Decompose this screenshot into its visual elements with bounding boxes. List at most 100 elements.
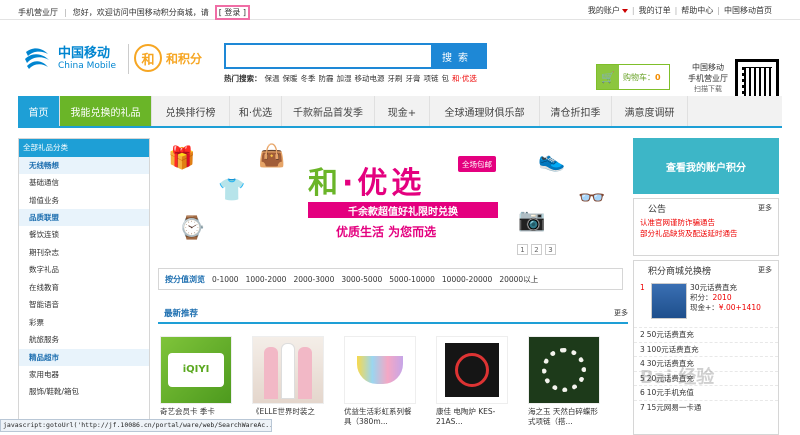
product-card[interactable]: 优益生活彩虹系列餐具（380m... — [344, 336, 418, 427]
mobile-hall-link[interactable]: 手机营业厅 — [18, 7, 58, 18]
browser-status-bar: javascript:gotoUrl('http://jf.10086.cn/p… — [0, 419, 272, 432]
sidebar-group[interactable]: 精品超市 — [19, 348, 149, 366]
notice-more-link[interactable]: 更多 — [758, 203, 772, 213]
sidebar-item[interactable]: 期刊杂志 — [19, 244, 149, 262]
hot-search-label: 热门搜索： — [224, 74, 262, 83]
product-name[interactable]: 奇艺会员卡 季卡 — [160, 407, 234, 417]
sidebar-item[interactable]: 在线教育 — [19, 279, 149, 297]
ranking-more-link[interactable]: 更多 — [758, 265, 772, 275]
sidebar-item[interactable]: 彩票 — [19, 314, 149, 332]
nav-new-products[interactable]: 千款新品首发季 — [282, 96, 375, 126]
product-card[interactable]: iQIYI 奇艺会员卡 季卡 — [160, 336, 234, 417]
banner-page-3[interactable]: 3 — [545, 244, 556, 255]
my-orders-link[interactable]: 我的订单 — [639, 5, 671, 16]
product-card[interactable]: 康佳 电陶炉 KES-21AS... — [436, 336, 510, 427]
china-mobile-home-link[interactable]: 中国移动首页 — [724, 5, 772, 16]
hot-search-item[interactable]: 项链 — [424, 73, 439, 84]
my-account-link[interactable]: 我的账户 — [588, 5, 628, 16]
product-image[interactable] — [528, 336, 600, 404]
nav-survey[interactable]: 满意度调研 — [612, 96, 688, 126]
china-mobile-logo-icon — [25, 48, 49, 69]
hot-search-item[interactable]: 包 — [442, 73, 450, 84]
rank-item-name[interactable]: 10元手机充值 — [647, 388, 694, 397]
ranking-top-item[interactable]: 1 30元话费直充 积分：2010 现金+：¥.00+1410 — [634, 279, 778, 327]
cart-button[interactable]: 🛒 购物车：0 — [596, 64, 670, 90]
points-range-link[interactable]: 3000-5000 — [341, 275, 382, 284]
points-range-link[interactable]: 2000-3000 — [293, 275, 334, 284]
points-range-link[interactable]: 5000-10000 — [389, 275, 435, 284]
product-image[interactable]: iQIYI — [160, 336, 232, 404]
rank-item-name[interactable]: 50元话费直充 — [647, 330, 694, 339]
hot-search-item[interactable]: 牙膏 — [406, 73, 421, 84]
sidebar-item[interactable]: 家用电器 — [19, 366, 149, 384]
product-name[interactable]: 优益生活彩虹系列餐具（380m... — [344, 407, 418, 427]
points-range-link[interactable]: 20000以上 — [499, 274, 538, 285]
hot-search-item[interactable]: 加湿 — [337, 73, 352, 84]
hot-search-item[interactable]: 移动电源 — [355, 73, 385, 84]
login-link[interactable]: [ 登录 ] — [214, 5, 251, 20]
promo-banner[interactable]: 🎁 👕 ⌚ 👜 👟 👓 📷 和·优选 全场包邮 千余款超值好礼限时兑换 优质生活… — [158, 138, 623, 260]
sidebar-item[interactable]: 增值业务 — [19, 192, 149, 210]
hejifen-badge-icon: 和 — [134, 44, 162, 72]
rank-thumbnail[interactable] — [651, 283, 687, 319]
app-line1: 中国移动 — [692, 63, 724, 72]
product-card[interactable]: 海之玉 天然白碎蝶形式项链（搭... — [528, 336, 602, 427]
view-points-button[interactable]: 查看我的账户积分 — [633, 138, 779, 194]
hot-search-item[interactable]: 牙刷 — [388, 73, 403, 84]
sidebar-item[interactable]: 数字礼品 — [19, 261, 149, 279]
ranking-row[interactable]: 3 100元话费直充 — [634, 341, 778, 357]
sidebar-group[interactable]: 无线畅想 — [19, 157, 149, 174]
recommend-more-link[interactable]: 更多 — [614, 308, 628, 318]
sidebar-item[interactable]: 航旅服务 — [19, 331, 149, 349]
sidebar-item[interactable]: 服饰/鞋靴/箱包 — [19, 383, 149, 401]
hot-search-item[interactable]: 保暖 — [283, 73, 298, 84]
hot-search-item[interactable]: 保温 — [265, 73, 280, 84]
product-card[interactable]: 《ELLE世界时装之 — [252, 336, 326, 417]
nav-gotone-club[interactable]: 全球通理财俱乐部 — [430, 96, 540, 126]
nav-clearance[interactable]: 清仓折扣季 — [540, 96, 612, 126]
points-range-link[interactable]: 1000-2000 — [246, 275, 287, 284]
hot-search-item[interactable]: 防霾 — [319, 73, 334, 84]
product-image[interactable] — [252, 336, 324, 404]
ranking-row[interactable]: 2 50元话费直充 — [634, 327, 778, 342]
sidebar-item[interactable]: 基础通信 — [19, 174, 149, 192]
search-button[interactable]: 搜索 — [431, 45, 485, 67]
product-name[interactable]: 海之玉 天然白碎蝶形式项链（搭... — [528, 407, 602, 427]
product-image[interactable] — [436, 336, 508, 404]
rank-item-name[interactable]: 15元网易一卡通 — [647, 403, 702, 412]
ranking-row[interactable]: 7 15元网易一卡通 — [634, 399, 778, 415]
china-mobile-logo[interactable]: 中国移动 China Mobile — [22, 44, 116, 74]
nav-cash-plus[interactable]: 现金+ — [375, 96, 430, 126]
product-name[interactable]: 康佳 电陶炉 KES-21AS... — [436, 407, 510, 427]
points-range-link[interactable]: 0-1000 — [212, 275, 239, 284]
notice-item[interactable]: 部分礼品缺货及配送延时通告 — [634, 228, 778, 239]
rank-item-name[interactable]: 100元话费直充 — [647, 345, 699, 354]
nav-ranking[interactable]: 兑换排行榜 — [152, 96, 230, 126]
banner-page-2[interactable]: 2 — [531, 244, 542, 255]
hot-search-item-highlight[interactable]: 和·优选 — [452, 73, 477, 84]
search-input[interactable] — [226, 45, 431, 67]
nav-home[interactable]: 首页 — [18, 96, 60, 126]
sidebar-item[interactable]: 餐饮连锁 — [19, 226, 149, 244]
points-range-link[interactable]: 10000-20000 — [442, 275, 492, 284]
divider: | — [64, 8, 67, 17]
banner-pager: 1 2 3 — [517, 244, 556, 255]
nav-youxuan[interactable]: 和·优选 — [230, 96, 282, 126]
app-download[interactable]: 中国移动 手机营业厅 扫描下载 — [688, 62, 728, 95]
notice-item[interactable]: 认准官网谨防诈骗通告 — [634, 217, 778, 228]
banner-page-1[interactable]: 1 — [517, 244, 528, 255]
rank-item-name[interactable]: 30元话费直充 — [690, 283, 761, 293]
sidebar-group[interactable]: 品质联盟 — [19, 209, 149, 226]
banner-title-b: 优选 — [357, 166, 426, 201]
login-label[interactable]: 登录 — [224, 8, 240, 17]
nav-redeemable-gifts[interactable]: 我能兑换的礼品 — [60, 96, 152, 126]
my-account-label[interactable]: 我的账户 — [588, 6, 620, 15]
product-image[interactable] — [344, 336, 416, 404]
help-center-link[interactable]: 帮助中心 — [681, 5, 713, 16]
product-name[interactable]: 《ELLE世界时装之 — [252, 407, 326, 417]
necklace-icon — [542, 348, 586, 392]
sidebar-item[interactable]: 智能语音 — [19, 296, 149, 314]
hot-search-item[interactable]: 冬季 — [301, 73, 316, 84]
hejifen-logo[interactable]: 和 和积分 — [134, 44, 202, 72]
app-line2: 手机营业厅 — [688, 74, 728, 83]
